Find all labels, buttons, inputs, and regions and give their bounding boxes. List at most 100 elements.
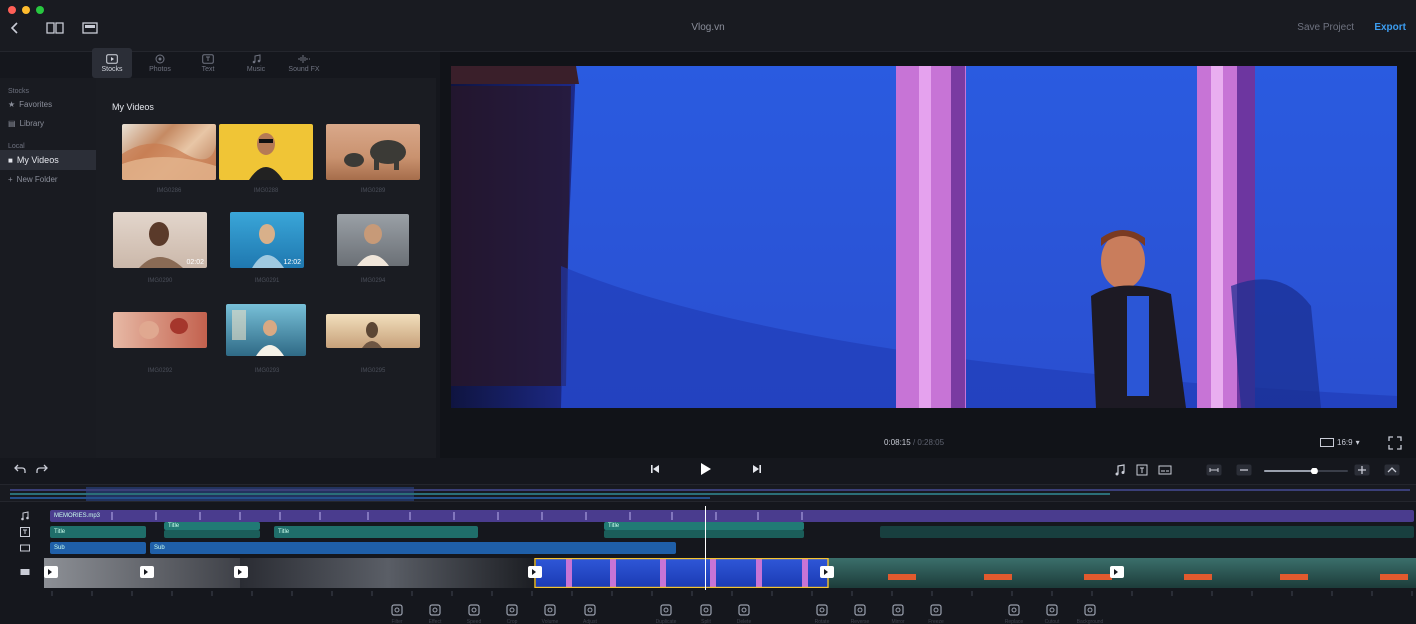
thumbnail-caption: IMG0290 (147, 278, 173, 284)
current-time: 0:08:15 (884, 438, 911, 447)
title-bar: Vlog.vn Save Project Export (0, 0, 1416, 52)
zoom-in-button[interactable] (1354, 464, 1370, 476)
video-editor-app: Vlog.vn Save Project Export Stocks Photo… (0, 0, 1416, 624)
toolbar-button-replace[interactable]: Replace (1005, 598, 1023, 624)
text-track-empty-area (880, 526, 1414, 538)
tab-music[interactable]: Music (236, 48, 276, 78)
media-thumbnail[interactable] (122, 124, 216, 180)
text-clip[interactable]: Title (50, 526, 146, 538)
caption-clip[interactable]: Sub (50, 542, 146, 554)
star-icon: ★ (8, 100, 16, 109)
aspect-ratio-selector[interactable]: 16:9 ▾ (1320, 438, 1360, 447)
tab-stocks-label: Stocks (101, 65, 123, 73)
media-thumbnail[interactable]: 02:02 (113, 212, 207, 268)
zoom-out-button[interactable] (1236, 464, 1252, 476)
add-text-icon[interactable] (1136, 464, 1150, 476)
effect-icon (427, 603, 443, 617)
zoom-slider[interactable] (1264, 468, 1348, 474)
local-section-heading: Local (8, 143, 25, 150)
crop-icon (504, 603, 520, 617)
undo-icon[interactable] (14, 464, 26, 474)
thumbnail-caption: IMG0288 (253, 188, 279, 194)
sidebar-item-favorites[interactable]: ★ Favorites (0, 95, 96, 114)
tab-text[interactable]: Text (188, 48, 228, 78)
media-thumbnail[interactable] (326, 124, 420, 180)
timeline-ruler[interactable] (48, 590, 1416, 598)
play-button[interactable] (700, 462, 712, 476)
fit-timeline-icon[interactable] (1206, 464, 1222, 476)
tab-sound-fx[interactable]: Sound FX (284, 48, 324, 78)
tab-photos-label: Photos (149, 65, 171, 73)
toolbar-button-delete[interactable]: Delete (736, 598, 752, 624)
sidebar-item-my-videos[interactable]: ■ My Videos (0, 150, 96, 170)
media-thumbnail[interactable]: 12:02 (230, 212, 304, 268)
media-thumbnail[interactable] (337, 214, 409, 266)
toolbar-button-split[interactable]: Split (698, 598, 714, 624)
text-clip[interactable]: Title (274, 526, 478, 538)
skip-forward-icon[interactable] (752, 464, 762, 474)
toolbar-button-adjust[interactable]: Adjust (582, 598, 598, 624)
export-button[interactable]: Export (1374, 22, 1406, 33)
toolbar-button-label: Volume (541, 619, 559, 624)
thumbnail-caption: IMG0286 (156, 188, 182, 194)
timeline-overview[interactable] (0, 484, 1416, 502)
thumbnail-caption: IMG0294 (360, 278, 386, 284)
toolbar-button-label: Replace (1004, 619, 1024, 624)
delete-icon (736, 603, 752, 617)
toolbar-button-label: Delete (736, 619, 752, 624)
toolbar-button-cutout[interactable]: Cutout (1044, 598, 1060, 624)
save-project-button[interactable]: Save Project (1297, 22, 1354, 33)
music-track-icon (18, 510, 32, 522)
speed-icon (466, 603, 482, 617)
toolbar-button-label: Duplicate (655, 619, 677, 624)
add-music-icon[interactable] (1114, 464, 1128, 476)
toolbar-button-crop[interactable]: Crop (504, 598, 520, 624)
toolbar-button-label: Cutout (1044, 619, 1060, 624)
toolbar-button-effect[interactable]: Effect (427, 598, 443, 624)
minimize-window-button[interactable] (22, 6, 30, 14)
toolbar-button-label: Reverse (850, 619, 870, 624)
toolbar-button-mirror[interactable]: Mirror (890, 598, 906, 624)
fullscreen-icon[interactable] (1388, 436, 1402, 455)
toolbar-button-background[interactable]: Background (1077, 598, 1103, 624)
thumbnail-caption: IMG0291 (254, 278, 280, 284)
video-preview[interactable] (451, 66, 1397, 408)
thumbnail-caption: IMG0293 (254, 368, 280, 374)
add-caption-icon[interactable] (1158, 464, 1172, 476)
toolbar-button-rotate[interactable]: Rotate (814, 598, 830, 624)
mirror-icon (890, 603, 906, 617)
text-clip-overlap[interactable] (604, 530, 804, 538)
toolbar-button-label: Background (1076, 619, 1104, 624)
maximize-window-button[interactable] (36, 6, 44, 14)
redo-icon[interactable] (36, 464, 48, 474)
close-window-button[interactable] (8, 6, 16, 14)
media-thumbnail[interactable] (113, 312, 207, 348)
media-thumbnail[interactable] (219, 124, 313, 180)
toolbar-button-speed[interactable]: Speed (466, 598, 482, 624)
tab-stocks[interactable]: Stocks (92, 48, 132, 78)
toolbar-button-reverse[interactable]: Reverse (851, 598, 869, 624)
caption-clip-label: Sub (54, 545, 65, 551)
toolbar-button-label: Split (701, 619, 711, 624)
sidebar-item-library[interactable]: ▤ Library (0, 114, 96, 133)
video-track[interactable] (44, 558, 1416, 588)
media-thumbnail[interactable] (326, 314, 420, 348)
text-clip[interactable]: Title (164, 522, 260, 530)
toolbar-button-filter[interactable]: Filter (389, 598, 405, 624)
sound-fx-icon (298, 54, 310, 63)
chevron-up-icon[interactable] (1384, 464, 1400, 476)
skip-back-icon[interactable] (650, 464, 660, 474)
media-thumbnail[interactable] (226, 304, 306, 356)
text-clip[interactable]: Title (604, 522, 804, 530)
total-duration: / 0:28:05 (912, 438, 945, 447)
toolbar-button-duplicate[interactable]: Duplicate (656, 598, 676, 624)
text-clip-overlap[interactable] (164, 530, 260, 538)
tab-photos[interactable]: Photos (140, 48, 180, 78)
toolbar-button-freeze[interactable]: Freeze (928, 598, 944, 624)
toolbar-button-volume[interactable]: Volume (542, 598, 558, 624)
sidebar-item-new-folder[interactable]: + New Folder (0, 170, 96, 189)
caption-track-icon (18, 542, 32, 554)
thumbnail-caption: IMG0295 (360, 368, 386, 374)
caption-clip[interactable]: Sub (150, 542, 676, 554)
playhead[interactable] (705, 506, 706, 590)
